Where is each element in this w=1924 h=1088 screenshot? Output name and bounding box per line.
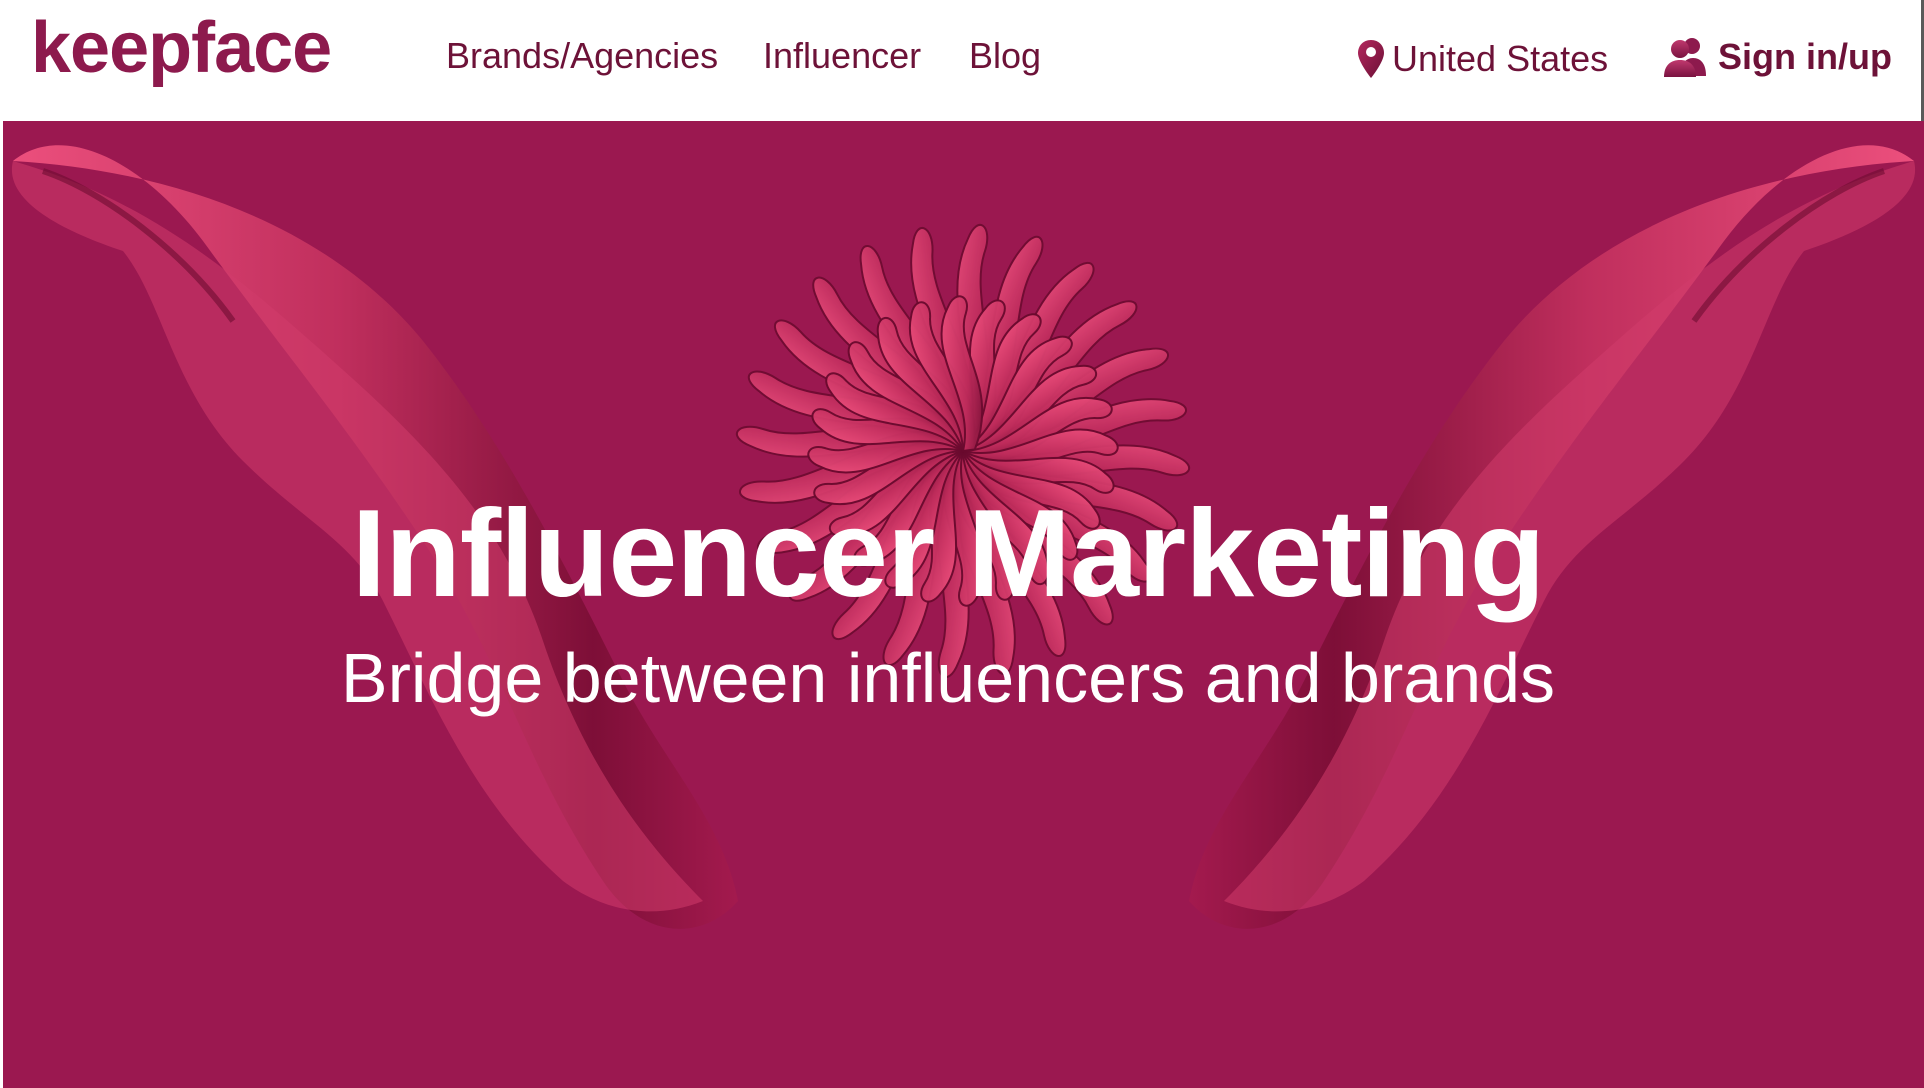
top-header: keepface Brands/Agencies Influencer Blog… [0, 0, 1924, 121]
sign-in-up-button[interactable]: Sign in/up [1662, 36, 1892, 78]
nav-blog[interactable]: Blog [969, 38, 1041, 74]
country-selector[interactable]: United States [1356, 38, 1608, 80]
hero-subtitle: Bridge between influencers and brands [340, 639, 1556, 717]
hero-banner: Influencer Marketing Bridge between infl… [3, 121, 1924, 1088]
location-pin-icon [1358, 40, 1384, 78]
hero-title: Influencer Marketing [351, 485, 1546, 623]
users-icon [1664, 38, 1706, 77]
nav-influencer[interactable]: Influencer [763, 38, 921, 74]
country-label: United States [1392, 38, 1609, 79]
nav-brands-agencies[interactable]: Brands/Agencies [446, 38, 718, 74]
sign-in-up-label: Sign in/up [1718, 36, 1892, 77]
keepface-logo[interactable]: keepface [31, 12, 332, 84]
